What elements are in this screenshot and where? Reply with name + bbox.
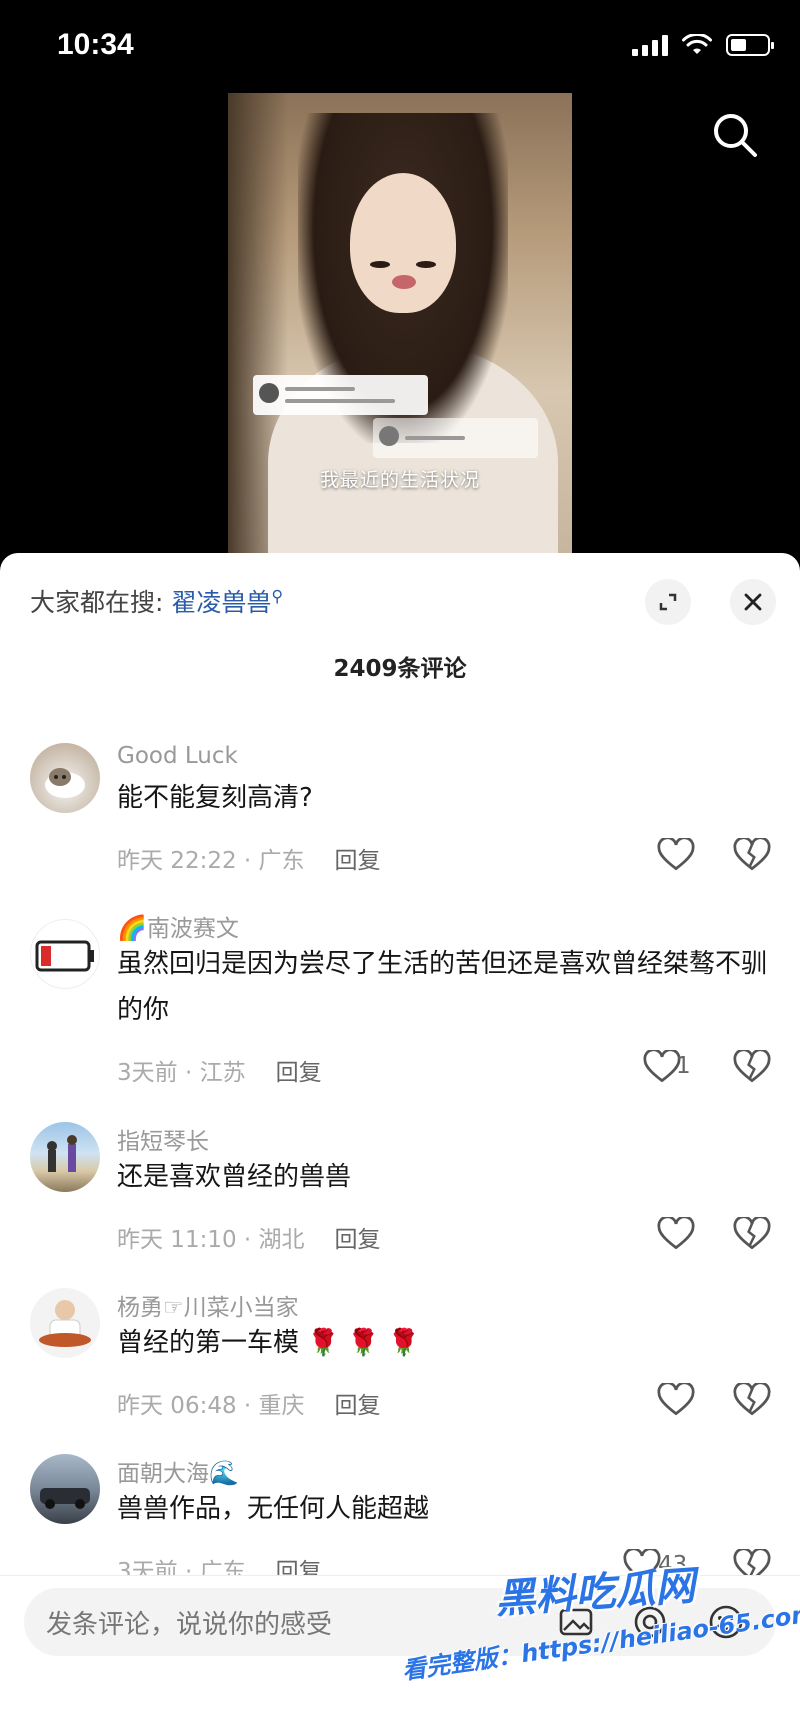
comment-text: 虽然回归是因为尝尽了生活的苦但还是喜欢曾经桀骜不驯的你 xyxy=(117,949,768,1025)
rose-icon: 🌹 xyxy=(347,1328,380,1358)
avatar[interactable] xyxy=(30,743,100,813)
comment-username[interactable]: Good Luck xyxy=(117,743,238,769)
like-count: 1 xyxy=(676,1053,691,1079)
broken-heart-icon[interactable] xyxy=(732,838,772,872)
avatar[interactable] xyxy=(30,1122,100,1192)
video-overlay-card xyxy=(253,375,428,415)
heart-icon[interactable] xyxy=(656,1383,696,1417)
video-player[interactable]: 我最近的生活状况 xyxy=(228,93,572,553)
comment-meta: 3天前 · 江苏 回复 xyxy=(117,1053,322,1087)
reply-button[interactable]: 回复 xyxy=(276,1060,322,1086)
battery-icon xyxy=(726,34,774,56)
expand-button[interactable] xyxy=(645,579,691,625)
comment-text: 兽兽作品，无任何人能超越 xyxy=(117,1494,430,1524)
heart-icon[interactable] xyxy=(656,1217,696,1251)
video-subtitle: 我最近的生活状况 xyxy=(319,469,480,491)
reply-button[interactable]: 回复 xyxy=(335,1227,381,1253)
close-button[interactable] xyxy=(730,579,776,625)
avatar[interactable] xyxy=(30,919,100,989)
reply-button[interactable]: 回复 xyxy=(335,848,381,874)
heart-icon[interactable] xyxy=(656,838,696,872)
search-suggestion-prefix: 大家都在搜: xyxy=(30,588,164,617)
comment-meta: 昨天 11:10 · 湖北 回复 xyxy=(117,1220,381,1254)
comment-username[interactable]: 面朝大海🌊 xyxy=(117,1454,239,1488)
status-icons xyxy=(632,34,774,56)
emoji-icon[interactable] xyxy=(706,1602,746,1642)
signal-icon xyxy=(632,34,668,56)
broken-heart-icon[interactable] xyxy=(732,1383,772,1417)
comment-input-bar: 发条评论，说说你的感受 xyxy=(0,1575,800,1733)
search-suggestion[interactable]: 大家都在搜: 翟凌兽兽⚲ xyxy=(30,583,283,619)
comment-meta: 昨天 06:48 · 重庆 回复 xyxy=(117,1386,381,1420)
comment-text: 能不能复刻高清? xyxy=(117,783,313,813)
reply-button[interactable]: 回复 xyxy=(335,1393,381,1419)
chef-avatar-image xyxy=(39,1300,91,1347)
avatar[interactable] xyxy=(30,1454,100,1524)
expand-icon xyxy=(659,593,677,611)
app-screen: 10:34 我最近的生活状况 大家都在搜: 翟凌兽兽⚲ 2409条评论 Good… xyxy=(0,0,800,1733)
lips xyxy=(392,275,416,289)
comment-username[interactable]: 🌈南波赛文 xyxy=(117,909,239,943)
cat-avatar-image xyxy=(45,768,85,798)
comment-username[interactable]: 杨勇☞川菜小当家 xyxy=(117,1288,299,1322)
broken-heart-icon[interactable] xyxy=(732,1050,772,1084)
video-overlay-card xyxy=(373,418,538,458)
comment-text: 还是喜欢曾经的兽兽 xyxy=(117,1162,352,1192)
beach-avatar-image xyxy=(47,1135,77,1172)
close-icon xyxy=(744,593,762,611)
comment-username[interactable]: 指短琴长 xyxy=(117,1122,209,1156)
search-icon[interactable] xyxy=(710,110,760,160)
comment-time-location: 昨天 11:10 · 湖北 xyxy=(117,1227,305,1253)
comment-sheet: 大家都在搜: 翟凌兽兽⚲ 2409条评论 Good Luck 能不能复刻高清? … xyxy=(0,553,800,1733)
rose-icon: 🌹 xyxy=(307,1328,340,1358)
wifi-icon xyxy=(682,34,712,54)
broken-heart-icon[interactable] xyxy=(732,1217,772,1251)
comment-time-location: 3天前 · 江苏 xyxy=(117,1060,246,1086)
video-person-face xyxy=(350,173,456,313)
at-mention-icon[interactable] xyxy=(630,1602,670,1642)
avatar[interactable] xyxy=(30,1288,100,1358)
comment-meta: 昨天 22:22 · 广东 回复 xyxy=(117,841,381,875)
comment-time-location: 昨天 06:48 · 重庆 xyxy=(117,1393,305,1419)
rainbow-emoji: 🌈 xyxy=(117,914,147,942)
car-avatar-image xyxy=(40,1488,90,1509)
comment-time-location: 昨天 22:22 · 广东 xyxy=(117,848,305,874)
small-search-icon: ⚲ xyxy=(271,586,284,606)
comment-count: 2409条评论 xyxy=(333,656,467,682)
search-suggestion-keyword[interactable]: 翟凌兽兽 xyxy=(171,588,271,617)
wave-emoji: 🌊 xyxy=(209,1459,239,1487)
status-time: 10:34 xyxy=(57,28,134,61)
image-icon[interactable] xyxy=(556,1602,596,1642)
battery-avatar-image xyxy=(35,940,94,972)
comment-text: 曾经的第一车模 🌹 🌹 🌹 xyxy=(117,1328,421,1358)
rose-icon: 🌹 xyxy=(387,1328,421,1358)
